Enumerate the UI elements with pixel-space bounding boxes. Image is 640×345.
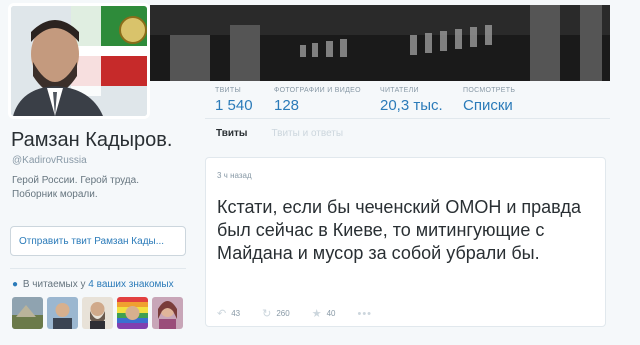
banner-image — [150, 5, 610, 81]
known-follower-avatar[interactable] — [82, 297, 113, 329]
stat-value: 1 540 — [215, 97, 253, 114]
profile-name[interactable]: Рамзан Кадыров. — [11, 129, 172, 152]
user-icon: ● — [12, 279, 19, 290]
stat-value: 128 — [274, 97, 300, 114]
retweet-button[interactable]: ↻ 260 — [262, 307, 290, 320]
retweet-icon: ↻ — [262, 308, 272, 320]
profile-handle[interactable]: @KadirovRussia — [12, 155, 87, 166]
known-follower-avatar[interactable] — [12, 297, 43, 329]
sidebar-divider — [10, 268, 186, 269]
profile-banner — [150, 5, 610, 81]
stat-value: 20,3 тыс. — [380, 97, 443, 114]
more-icon: ••• — [357, 307, 373, 320]
profile-bio: Герой России. Герой труда. Поборник мора… — [12, 175, 139, 200]
tweet-text: Кстати, если бы чеченский ОМОН и правда … — [217, 197, 582, 263]
stat-lists[interactable]: ПОСМОТРЕТЬ Списки — [463, 87, 553, 114]
star-icon: ★ — [311, 308, 322, 320]
known-follower-avatar[interactable] — [152, 297, 183, 329]
timeline-tabs: Твиты Твиты и ответы — [216, 128, 367, 139]
stat-followers[interactable]: ЧИТАТЕЛИ 20,3 тыс. — [380, 87, 463, 114]
known-followers-thumbnails — [12, 297, 183, 329]
followers-prefix: В читаемых у — [22, 279, 86, 290]
stat-tweets[interactable]: ТВИТЫ 1 540 — [215, 87, 274, 114]
stat-label: ТВИТЫ — [215, 87, 241, 94]
favorite-count: 40 — [326, 309, 336, 318]
reply-count: 43 — [231, 309, 241, 318]
stat-value: Списки — [463, 97, 513, 114]
stats-divider — [205, 118, 610, 119]
profile-avatar[interactable] — [8, 3, 150, 119]
avatar-image — [11, 6, 147, 116]
stat-label: ПОСМОТРЕТЬ — [463, 87, 516, 94]
known-follower-avatar[interactable] — [47, 297, 78, 329]
tweet-to-user-input[interactable]: Отправить твит Рамзан Кады... — [10, 226, 186, 256]
tweet-card[interactable]: 3 ч назад Кстати, если бы чеченский ОМОН… — [205, 157, 606, 327]
tweet-actions: ↶ 43 ↻ 260 ★ 40 ••• — [217, 307, 394, 321]
stat-label: ФОТОГРАФИИ И ВИДЕО — [274, 87, 361, 94]
tab-tweets-and-replies[interactable]: Твиты и ответы — [271, 128, 343, 139]
retweet-count: 260 — [276, 309, 290, 318]
known-follower-avatar[interactable] — [117, 297, 148, 329]
stat-photos-videos[interactable]: ФОТОГРАФИИ И ВИДЕО 128 — [274, 87, 380, 114]
reply-icon: ↶ — [217, 308, 227, 320]
reply-button[interactable]: ↶ 43 — [217, 307, 240, 320]
tweet-timestamp[interactable]: 3 ч назад — [217, 171, 252, 180]
profile-stats: ТВИТЫ 1 540 ФОТОГРАФИИ И ВИДЕО 128 ЧИТАТ… — [215, 87, 553, 114]
followed-by-known-row: ● В читаемых у 4 ваших знакомых — [12, 279, 174, 290]
known-followers-link[interactable]: 4 ваших знакомых — [88, 279, 173, 290]
more-button[interactable]: ••• — [357, 308, 372, 320]
favorite-button[interactable]: ★ 40 — [312, 307, 336, 320]
stat-label: ЧИТАТЕЛИ — [380, 87, 419, 94]
tab-tweets[interactable]: Твиты — [216, 128, 247, 139]
